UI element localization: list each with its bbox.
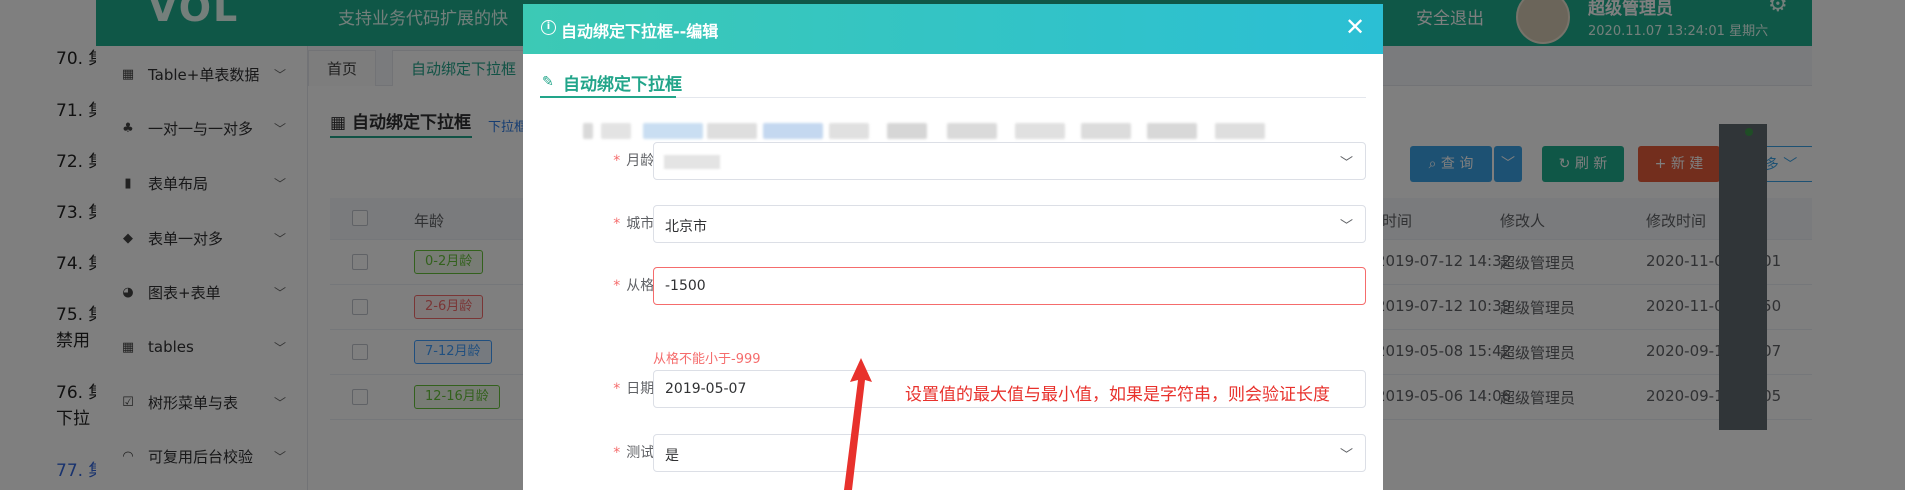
age-select[interactable]: ﹀ [653, 142, 1366, 180]
field-label-congge: * 从格: [613, 278, 659, 294]
field-label-date: * 日期: [613, 381, 659, 397]
dialog-section-title: 自动绑定下拉框 [563, 75, 682, 95]
edit-icon: ✎ [542, 74, 554, 90]
test-select-value: 是 [665, 448, 679, 464]
edit-dialog: i 自动绑定下拉框--编辑 ✕ ✎ 自动绑定下拉框 * 月龄: ﹀ * 城市: 北京… [523, 4, 1383, 490]
dialog-header: i 自动绑定下拉框--编辑 ✕ [523, 4, 1383, 54]
chevron-down-icon: ﹀ [1339, 448, 1353, 463]
blurred-checkbox-row [583, 120, 1343, 142]
field-label-age: * 月龄: [613, 153, 659, 169]
validation-error: 从格不能小于-999 [653, 352, 761, 367]
annotation-text: 设置值的最大值与最小值，如果是字符串，则会验证长度 [905, 380, 1330, 405]
city-select-value: 北京市 [665, 219, 707, 235]
date-input-value: 2019-05-07 [665, 381, 747, 397]
congge-input[interactable]: -1500 [653, 267, 1366, 305]
congge-input-value: -1500 [665, 278, 706, 294]
chevron-down-icon: ﹀ [1339, 156, 1353, 171]
close-icon[interactable]: ✕ [1345, 14, 1365, 40]
blurred-value [664, 155, 720, 169]
dialog-title: 自动绑定下拉框--编辑 [561, 22, 719, 41]
annotation-arrow [844, 358, 872, 490]
info-icon: i [541, 20, 556, 35]
city-select[interactable]: 北京市 ﹀ [653, 205, 1366, 243]
section-underline [540, 96, 676, 98]
chevron-down-icon: ﹀ [1339, 219, 1353, 234]
field-label-test: * 测试: [613, 445, 659, 461]
test-select[interactable]: 是 ﹀ [653, 434, 1366, 472]
field-label-city: * 城市: [613, 216, 659, 232]
